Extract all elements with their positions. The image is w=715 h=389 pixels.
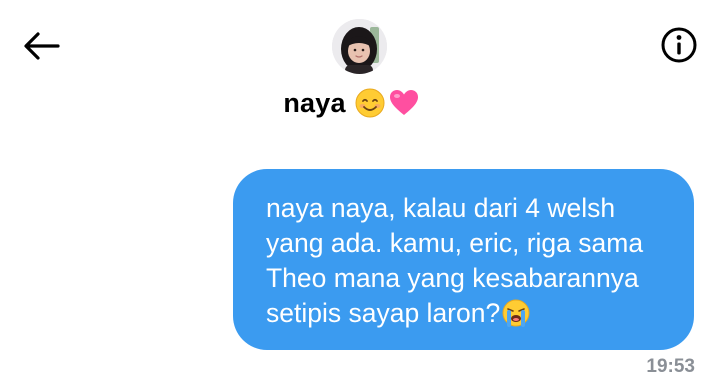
loudly-crying-face-emoji: [502, 299, 530, 327]
avatar-photo: [332, 19, 387, 74]
contact-name: naya: [283, 87, 346, 118]
back-button[interactable]: [20, 28, 62, 64]
contact-name-row[interactable]: naya: [0, 87, 715, 119]
message-line-last: setipis sayap laron?: [266, 296, 670, 331]
avatar[interactable]: [332, 19, 387, 74]
message-timestamp: 19:53: [646, 356, 695, 377]
message-bubble[interactable]: naya naya, kalau dari 4 welsh yang ada. …: [233, 169, 694, 350]
message-line: naya naya, kalau dari 4 welsh: [266, 193, 616, 223]
message-line: yang ada. kamu, eric, riga sama: [266, 228, 644, 258]
message-line: Theo mana yang kesabarannya: [266, 263, 639, 293]
arrow-left-icon: [24, 32, 60, 60]
info-circle-icon: [661, 27, 697, 63]
info-button[interactable]: [658, 24, 700, 66]
message-line-text: setipis sayap laron?: [266, 298, 501, 328]
pink-heart-emoji: [389, 90, 418, 115]
smiling-face-emoji: [355, 88, 385, 118]
